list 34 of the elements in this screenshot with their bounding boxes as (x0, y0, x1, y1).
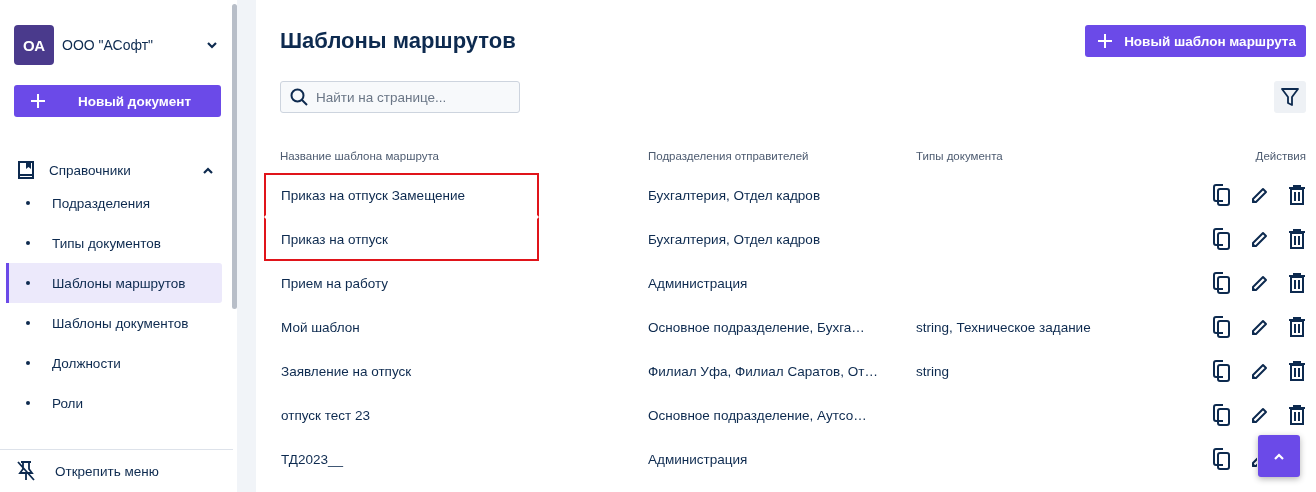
org-name: ООО "АСофт" (62, 37, 155, 53)
table-cell-text: Основное подразделение, Аутсо… (648, 406, 868, 425)
table-cell-text: отпуск тест 23 (280, 406, 371, 425)
new-document-button[interactable]: Новый документ (14, 85, 221, 117)
table-cell-text: Основное подразделение, Бухга… (648, 318, 866, 337)
column-header: Подразделения отправителей (648, 149, 810, 164)
search-field[interactable]: Найти на странице... (280, 81, 520, 113)
org-avatar: ОА (14, 25, 54, 65)
table-cell: Приказ на отпуск Замещение (264, 173, 539, 217)
table-cell-text: string (916, 362, 950, 381)
sidebar-item[interactable]: Роли (6, 383, 222, 423)
table-cell-text: Прием на работу (280, 274, 390, 293)
sidebar-item[interactable]: Типы документов (6, 223, 222, 263)
table-cell-text: Администрация (648, 274, 749, 293)
table-cell-text: Заявление на отпуск (280, 362, 413, 381)
table-cell-text: ТД2023__ (280, 450, 344, 469)
column-header: Название шаблона маршрута (280, 149, 440, 164)
new-route-template-button[interactable]: Новый шаблон маршрута (1085, 25, 1306, 57)
table-cell-text: string, Техническое задание (916, 318, 1092, 337)
page-title: Шаблоны маршрутов (280, 28, 516, 54)
unpin-menu-link[interactable]: Открепить меню (55, 463, 159, 479)
section-title[interactable]: Справочники (49, 162, 203, 178)
sidebar-item[interactable]: Должности (6, 343, 222, 383)
sidebar-item[interactable]: Подразделения (6, 183, 222, 223)
table-cell-text: Бухгалтерия, Отдел кадров (648, 230, 822, 249)
table-cell-text: Бухгалтерия, Отдел кадров (648, 186, 822, 205)
table-cell-text: Филиал Уфа, Филиал Саратов, От… (648, 362, 879, 381)
column-header: Типы документа (916, 149, 1004, 164)
table-cell-text: Администрация (648, 450, 749, 469)
table-cell-text: Мой шаблон (280, 318, 361, 337)
sidebar-item[interactable]: Шаблоны документов (6, 303, 222, 343)
table-cell: Приказ на отпуск (264, 217, 539, 261)
column-header: Действия (1254, 149, 1306, 164)
sidebar-item[interactable]: Шаблоны маршрутов (6, 263, 222, 303)
